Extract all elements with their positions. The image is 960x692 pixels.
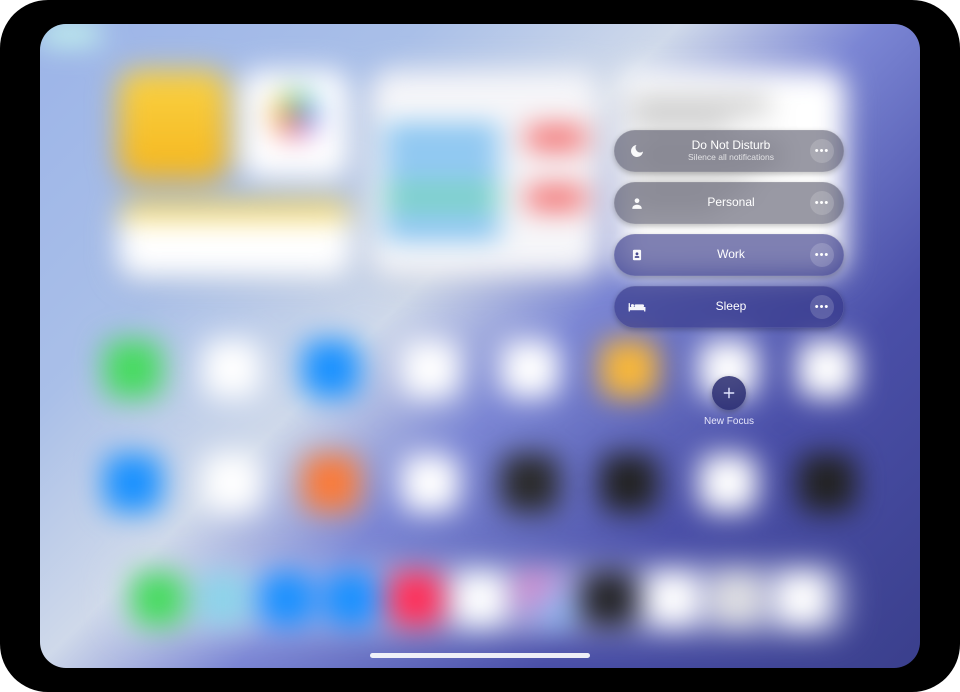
dock-icon — [646, 572, 700, 626]
app-icon — [104, 454, 162, 512]
app-icon — [798, 454, 856, 512]
widget-photos-caption — [40, 24, 100, 44]
dock-icon — [389, 572, 443, 626]
more-icon[interactable]: ••• — [810, 295, 834, 319]
widget-calendar — [370, 70, 600, 276]
dock-icon — [710, 572, 764, 626]
more-icon[interactable]: ••• — [810, 243, 834, 267]
dock-icon — [453, 572, 507, 626]
more-icon[interactable]: ••• — [810, 139, 834, 163]
focus-item-work[interactable]: Work ••• — [614, 234, 844, 276]
focus-item-labels: Personal — [658, 196, 804, 209]
app-icon — [401, 340, 459, 398]
focus-item-labels: Work — [658, 248, 804, 261]
dock-icon — [775, 572, 829, 626]
dock-icon — [260, 572, 314, 626]
app-icon — [203, 340, 261, 398]
focus-item-title: Do Not Disturb — [658, 139, 804, 152]
focus-item-do-not-disturb[interactable]: Do Not Disturb Silence all notifications… — [614, 130, 844, 172]
dock-icon — [324, 572, 378, 626]
new-focus-label: New Focus — [704, 416, 754, 427]
app-icon — [302, 454, 360, 512]
plus-icon — [712, 376, 746, 410]
tablet-frame: Do Not Disturb Silence all notifications… — [0, 0, 960, 692]
widget-photos — [240, 70, 350, 180]
focus-item-title: Sleep — [658, 300, 804, 313]
focus-item-labels: Sleep — [658, 300, 804, 313]
app-icon — [203, 454, 261, 512]
person-icon — [628, 194, 646, 212]
focus-item-sleep[interactable]: Sleep ••• — [614, 286, 844, 328]
widget-list — [118, 202, 352, 278]
app-icon — [501, 340, 559, 398]
app-icon — [699, 454, 757, 512]
app-icon — [104, 340, 162, 398]
focus-item-title: Work — [658, 248, 804, 261]
bed-icon — [628, 298, 646, 316]
moon-icon — [628, 142, 646, 160]
app-row-2 — [104, 454, 856, 512]
widget-notes — [118, 70, 228, 180]
focus-item-title: Personal — [658, 196, 804, 209]
dock-icon — [582, 572, 636, 626]
dock-icon — [517, 572, 571, 626]
dock-icon — [131, 572, 185, 626]
app-icon — [302, 340, 360, 398]
app-icon — [600, 454, 658, 512]
home-indicator[interactable] — [370, 653, 590, 658]
badge-icon — [628, 246, 646, 264]
app-icon — [501, 454, 559, 512]
focus-item-subtitle: Silence all notifications — [658, 153, 804, 162]
dock-icon — [196, 572, 250, 626]
new-focus-button[interactable]: New Focus — [704, 376, 754, 427]
focus-menu: Do Not Disturb Silence all notifications… — [614, 130, 844, 427]
more-icon[interactable]: ••• — [810, 191, 834, 215]
dock — [110, 560, 850, 638]
screen: Do Not Disturb Silence all notifications… — [40, 24, 920, 668]
focus-item-personal[interactable]: Personal ••• — [614, 182, 844, 224]
focus-item-labels: Do Not Disturb Silence all notifications — [658, 139, 804, 163]
app-icon — [401, 454, 459, 512]
